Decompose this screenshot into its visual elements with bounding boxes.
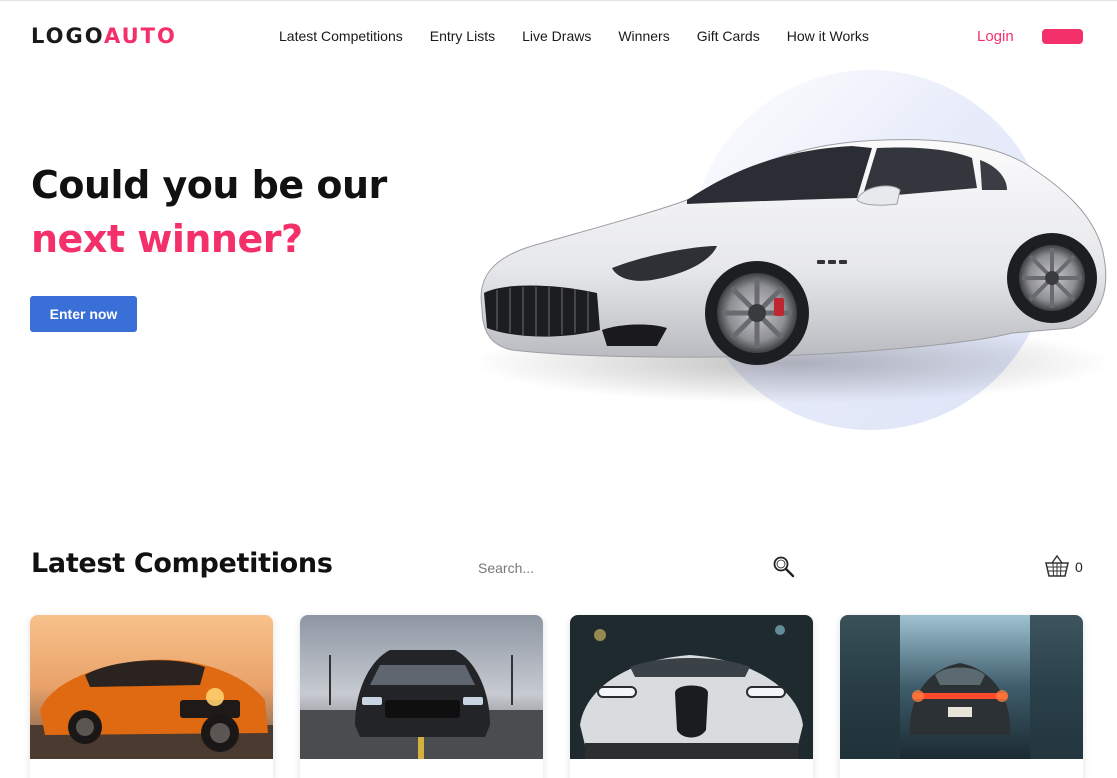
main-nav: Latest Competitions Entry Lists Live Dra… (279, 28, 896, 44)
competition-card-mustang[interactable] (300, 615, 543, 778)
hero-title-line1: Could you be our (31, 163, 387, 207)
logo-text-primary: LOGO (31, 24, 105, 48)
site-logo[interactable]: LOGOAUTO (31, 24, 177, 48)
nav-winners[interactable]: Winners (618, 28, 669, 44)
nav-live-draws[interactable]: Live Draws (522, 28, 591, 44)
black-muscle-car-image (300, 615, 543, 759)
nav-how-it-works[interactable]: How it Works (787, 28, 869, 44)
site-header: LOGOAUTO Latest Competitions Entry Lists… (0, 0, 1117, 72)
login-link[interactable]: Login (977, 28, 1014, 45)
hero-title-line2: next winner? (31, 217, 303, 261)
search-input[interactable] (470, 555, 760, 581)
enter-now-button[interactable]: Enter now (30, 296, 137, 332)
search-icon[interactable] (772, 555, 796, 579)
silver-hypercar-image (570, 615, 813, 759)
nav-gift-cards[interactable]: Gift Cards (697, 28, 760, 44)
logo-text-accent: AUTO (104, 24, 177, 48)
basket-count: 0 (1075, 559, 1083, 575)
register-button[interactable] (1042, 29, 1083, 44)
orange-sedan-image (30, 615, 273, 759)
competition-card-porsche[interactable] (840, 615, 1083, 778)
hero-title: Could you be our next winner? (31, 158, 387, 266)
competition-card-orange-sedan[interactable] (30, 615, 273, 778)
nav-latest-competitions[interactable]: Latest Competitions (279, 28, 403, 44)
hero-car-image (452, 118, 1117, 418)
competition-card-bugatti[interactable] (570, 615, 813, 778)
section-title-latest-competitions: Latest Competitions (31, 548, 333, 579)
nav-entry-lists[interactable]: Entry Lists (430, 28, 495, 44)
basket-icon[interactable] (1044, 553, 1070, 579)
sports-car-rear-image (840, 615, 1083, 759)
